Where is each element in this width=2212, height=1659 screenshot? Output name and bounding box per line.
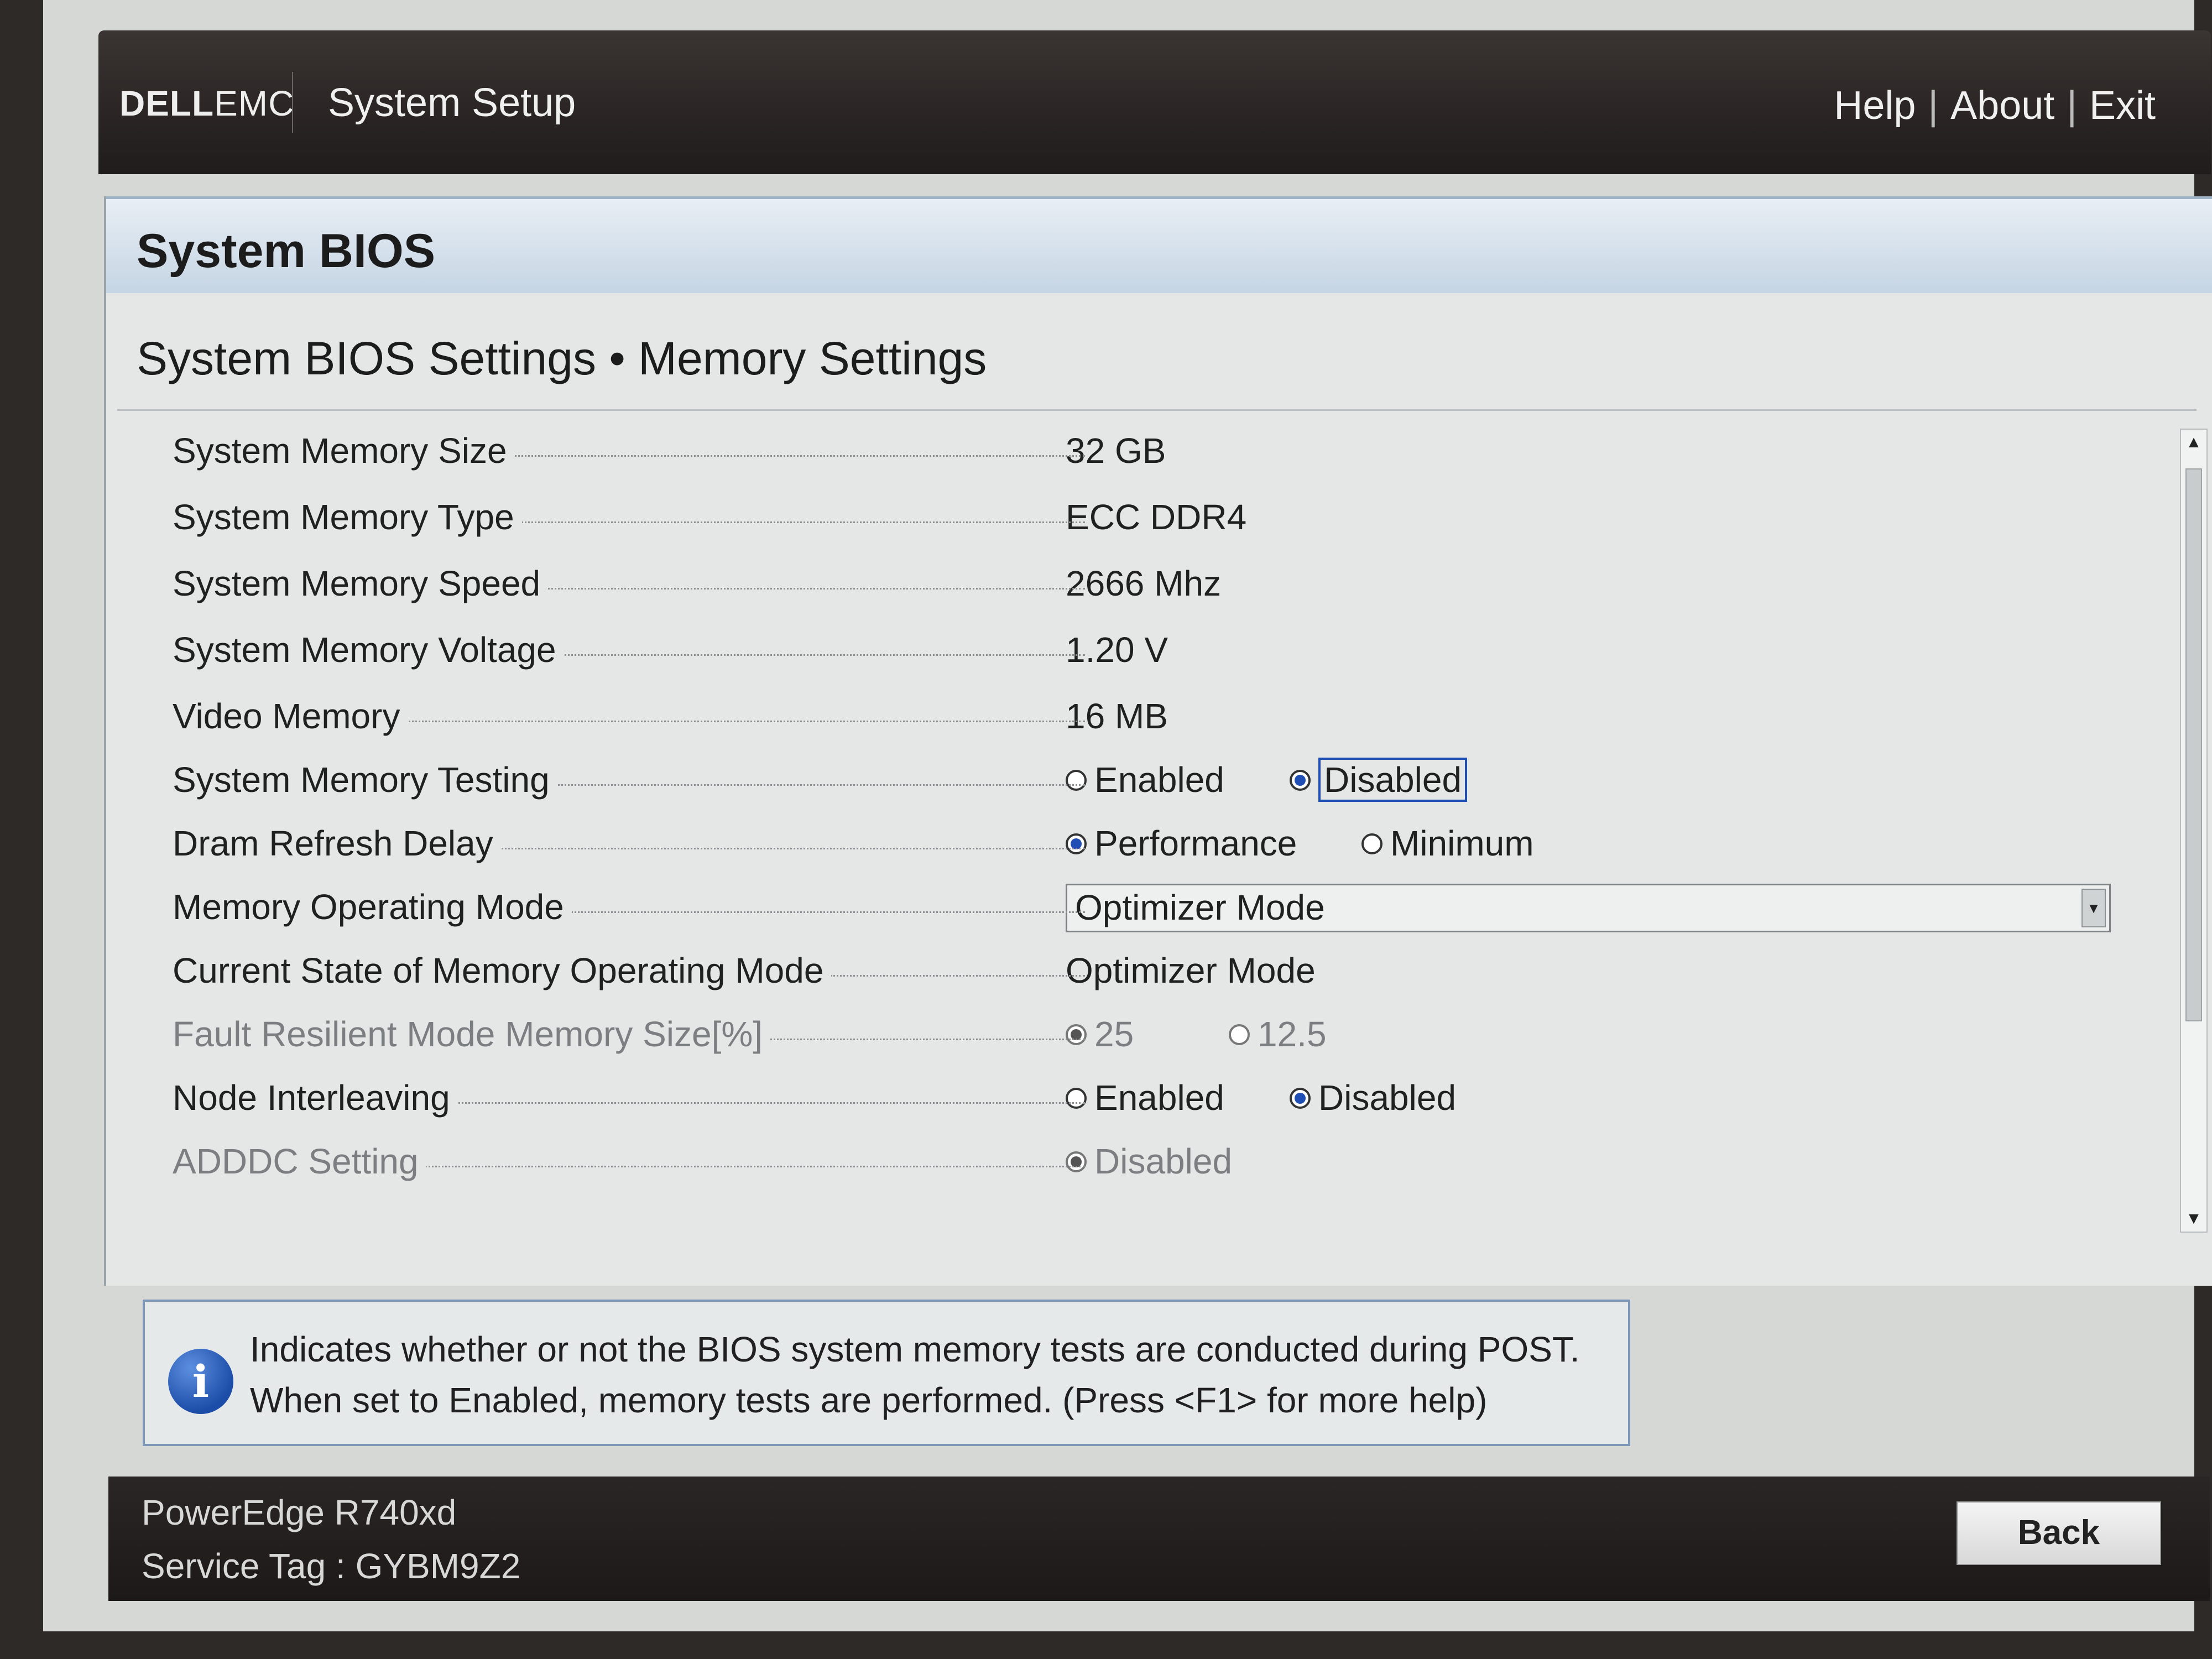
- app-title: System Setup: [328, 81, 576, 125]
- option-label: Disabled: [1318, 758, 1468, 802]
- setting-label: Current State of Memory Operating Mode: [173, 951, 832, 990]
- setting-value: 16 MB: [1066, 696, 1168, 736]
- service-tag: Service Tag : GYBM9Z2: [142, 1546, 521, 1586]
- main-panel: System BIOS System BIOS Settings • Memor…: [104, 196, 2212, 1286]
- chevron-down-icon[interactable]: ▼: [2081, 889, 2106, 927]
- radio-on-icon: [1066, 1024, 1087, 1046]
- option-label: Enabled: [1094, 1078, 1224, 1118]
- option-label: 25: [1094, 1014, 1134, 1054]
- setting-label: System Memory Speed: [173, 564, 549, 603]
- panel-title: System BIOS: [137, 225, 436, 278]
- setting-row-node-interleaving: Node Interleaving Enabled Disabled: [106, 1070, 2152, 1125]
- setting-label: ADDDC Setting: [173, 1141, 426, 1181]
- link-separator: |: [2067, 84, 2077, 128]
- setting-value: ECC DDR4: [1066, 497, 1247, 537]
- memory-operating-mode-select[interactable]: Optimizer Mode ▼: [1066, 884, 2111, 932]
- setting-value: 2666 Mhz: [1066, 564, 1222, 603]
- setting-row-memory-testing: System Memory Testing Enabled Disabled: [106, 752, 2152, 807]
- radio-on-icon[interactable]: [1066, 833, 1087, 855]
- setting-row-current-state-mode: Current State of Memory Operating Mode O…: [106, 943, 2152, 998]
- option-label: Disabled: [1318, 1078, 1457, 1118]
- setting-label: Dram Refresh Delay: [173, 823, 501, 863]
- radio-on-icon: [1066, 1151, 1087, 1173]
- panel-header: System BIOS: [106, 196, 2212, 293]
- scrollbar[interactable]: ▲ ▼: [2180, 429, 2208, 1233]
- back-button[interactable]: Back: [1957, 1501, 2161, 1565]
- setting-row-dram-refresh-delay: Dram Refresh Delay Performance Minimum: [106, 816, 2152, 871]
- setting-label: System Memory Type: [173, 497, 522, 537]
- setting-label: System Memory Size: [173, 431, 515, 471]
- option-label: 12.5: [1258, 1014, 1327, 1054]
- logo-emc: EMC: [214, 84, 295, 123]
- dell-emc-logo: DELLEMC: [119, 83, 295, 123]
- radio-off-icon[interactable]: [1066, 1088, 1087, 1109]
- server-model: PowerEdge R740xd: [142, 1493, 457, 1532]
- radio-on-icon[interactable]: [1290, 1088, 1311, 1109]
- node-interleaving-enabled-radio[interactable]: Enabled: [1066, 1070, 1224, 1125]
- setting-row-memory-size: System Memory Size 32 GB: [106, 423, 2152, 478]
- adddc-disabled-radio: Disabled: [1066, 1134, 1232, 1189]
- radio-off-icon[interactable]: [1066, 770, 1087, 791]
- setting-row-adddc: ADDDC Setting Disabled: [106, 1134, 2152, 1189]
- link-separator: |: [1928, 84, 1939, 128]
- dram-performance-radio[interactable]: Performance: [1066, 816, 1297, 871]
- option-label: Enabled: [1094, 760, 1224, 800]
- radio-off-icon[interactable]: [1361, 833, 1383, 855]
- arrow-down-icon[interactable]: ▼: [2181, 1206, 2206, 1232]
- setting-row-memory-operating-mode: Memory Operating Mode Optimizer Mode ▼: [106, 879, 2152, 935]
- scroll-thumb[interactable]: [2185, 468, 2202, 1021]
- setting-label: Video Memory: [173, 696, 408, 736]
- page-heading: System BIOS Settings • Memory Settings: [137, 332, 987, 384]
- setting-row-video-memory: Video Memory 16 MB: [106, 688, 2152, 744]
- option-label: Disabled: [1094, 1141, 1233, 1181]
- help-link[interactable]: Help: [1834, 84, 1916, 128]
- setting-value: 32 GB: [1066, 431, 1166, 471]
- setting-row-memory-speed: System Memory Speed 2666 Mhz: [106, 556, 2152, 611]
- setting-row-fault-resilient-size: Fault Resilient Mode Memory Size[%] 25 1…: [106, 1006, 2152, 1062]
- top-bar: DELLEMC System Setup Help | About | Exit: [98, 30, 2211, 174]
- about-link[interactable]: About: [1950, 84, 2054, 128]
- setting-value: Optimizer Mode: [1066, 951, 1316, 990]
- fault-resilient-25-radio: 25: [1066, 1006, 1134, 1062]
- setting-label: Node Interleaving: [173, 1078, 458, 1118]
- setting-label: Fault Resilient Mode Memory Size[%]: [173, 1014, 771, 1054]
- screen: DELLEMC System Setup Help | About | Exit Sys…: [43, 0, 2212, 1631]
- setting-value: 1.20 V: [1066, 630, 1168, 670]
- setting-label: System Memory Voltage: [173, 630, 564, 670]
- logo-divider: [292, 72, 293, 133]
- setting-row-memory-voltage: System Memory Voltage 1.20 V: [106, 622, 2152, 677]
- memory-testing-enabled-radio[interactable]: Enabled: [1066, 752, 1224, 807]
- exit-link[interactable]: Exit: [2089, 84, 2156, 128]
- help-line-1: Indicates whether or not the BIOS system…: [250, 1329, 1580, 1369]
- select-value: Optimizer Mode: [1075, 888, 1325, 927]
- memory-testing-disabled-radio[interactable]: Disabled: [1290, 752, 1468, 807]
- dram-minimum-radio[interactable]: Minimum: [1361, 816, 1534, 871]
- top-links: Help | About | Exit: [1834, 83, 2156, 128]
- radio-on-icon[interactable]: [1290, 770, 1311, 791]
- radio-off-icon: [1229, 1024, 1250, 1046]
- footer-bar: PowerEdge R740xd Service Tag : GYBM9Z2 B…: [108, 1477, 2210, 1601]
- node-interleaving-disabled-radio[interactable]: Disabled: [1290, 1070, 1456, 1125]
- info-icon: i: [168, 1349, 233, 1414]
- help-box: i Indicates whether or not the BIOS syst…: [143, 1300, 1630, 1446]
- logo-dell: DELL: [119, 84, 215, 123]
- arrow-up-icon[interactable]: ▲: [2181, 430, 2206, 455]
- option-label: Minimum: [1390, 823, 1534, 863]
- heading-divider: [117, 409, 2197, 411]
- setting-label: Memory Operating Mode: [173, 887, 572, 927]
- option-label: Performance: [1094, 823, 1297, 863]
- help-line-2: When set to Enabled, memory tests are pe…: [250, 1380, 1488, 1420]
- fault-resilient-12-5-radio: 12.5: [1229, 1006, 1327, 1062]
- help-text: Indicates whether or not the BIOS system…: [250, 1324, 1605, 1426]
- setting-row-memory-type: System Memory Type ECC DDR4: [106, 489, 2152, 545]
- setting-label: System Memory Testing: [173, 760, 557, 800]
